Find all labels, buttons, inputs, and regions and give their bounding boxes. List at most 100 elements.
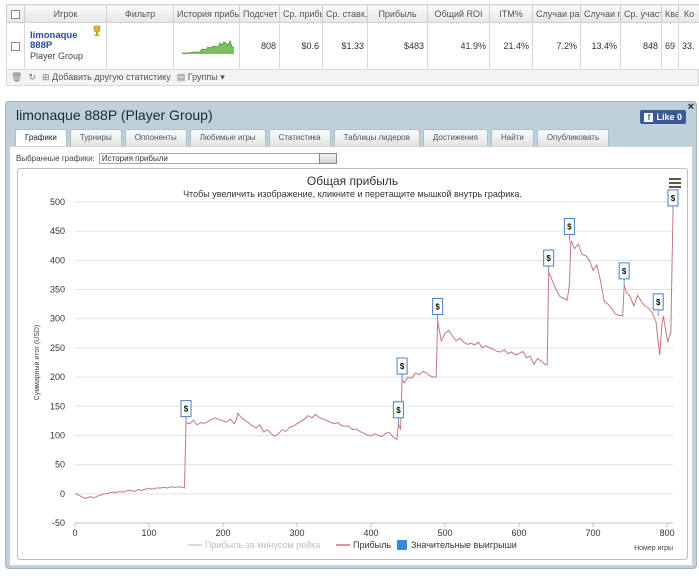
x-tick-label: 400 [364, 528, 379, 538]
big-win-flag-label: $ [656, 298, 661, 307]
player-name-link[interactable]: limonaque 888P [28, 31, 80, 51]
column-header-avg-participants[interactable]: Ср. участ [620, 4, 662, 23]
graph-select[interactable]: История прибыли [98, 153, 337, 164]
column-header-itm[interactable]: ITM% [489, 4, 533, 23]
player-group-label: Player Group [30, 51, 84, 61]
y-axis-title: Суммарный итог (USD) [33, 325, 41, 401]
column-header-profit[interactable]: Прибыль [367, 4, 428, 23]
ko-cell: 33. [678, 22, 699, 70]
avg-stake-cell: $1.33 [322, 22, 368, 70]
stats-toolbar: 🗑 ↻ ⊞ Добавить другую статистику ▤ Групп… [6, 70, 699, 86]
column-header-count[interactable]: Подсчет [239, 4, 280, 23]
table-row: limonaque 888P Player Group 808 $0.6 $1.… [6, 22, 699, 70]
player-cell: limonaque 888P Player Group [24, 22, 107, 70]
total-roi-cell: 41.9% [427, 22, 490, 70]
filter-cell[interactable] [106, 22, 174, 70]
graph-select-button[interactable] [318, 153, 337, 164]
chart-subtitle: Чтобы увеличить изображение, кликните и … [183, 189, 522, 199]
y-tick-label: 150 [50, 401, 65, 411]
trophy-icon [93, 25, 101, 37]
profit-cell: $483 [367, 22, 428, 70]
stats-table: Игрок Фильтр История прибы Подсчет Ср. п… [6, 4, 699, 70]
chevron-down-icon: ▾ [220, 72, 225, 82]
column-header-qual[interactable]: Квалі [661, 4, 679, 23]
x-tick-label: 100 [141, 528, 156, 538]
cases-2-cell: 13.4% [580, 22, 621, 70]
legend-label-profit: Прибыль [353, 540, 391, 550]
facebook-like-button[interactable]: f Like 0 [640, 110, 686, 124]
facebook-icon: f [644, 112, 654, 122]
x-tick-label: 0 [72, 528, 77, 538]
legend-marker-big-wins [397, 540, 407, 550]
tab-4[interactable]: Статистика [268, 129, 331, 146]
profit-history-sparkline [182, 39, 234, 54]
avg-participants-cell: 848 [620, 22, 662, 70]
y-tick-label: 0 [60, 489, 65, 499]
column-header-profit-history[interactable]: История прибы [173, 4, 240, 23]
column-header-filter[interactable]: Фильтр [106, 4, 174, 23]
column-header-avg-profit[interactable]: Ср. прибы [279, 4, 323, 23]
y-tick-label: 450 [50, 226, 65, 236]
big-win-flag-label: $ [400, 362, 405, 371]
x-tick-label: 800 [660, 528, 675, 538]
chart-title: Общая прибыль [306, 174, 399, 188]
column-header-cases-2[interactable]: Случаи п [580, 4, 621, 23]
graph-select-label: Выбранные графики: [16, 154, 95, 163]
itm-cell: 21.4% [489, 22, 533, 70]
y-tick-label: 300 [50, 314, 65, 324]
column-header-avg-stake[interactable]: Ср. ставк. [322, 4, 368, 23]
column-header-player[interactable]: Игрок [24, 4, 107, 23]
big-win-flag-label: $ [184, 405, 189, 414]
count-cell: 808 [239, 22, 280, 70]
tab-3[interactable]: Любимые игры [189, 129, 266, 146]
y-tick-label: 100 [50, 430, 65, 440]
legend-label-rake: Прибыль за минусом рейка [205, 540, 320, 550]
like-label: Like 0 [656, 112, 682, 122]
big-win-flag-label: $ [435, 302, 440, 311]
y-tick-label: 400 [50, 255, 65, 265]
chart-svg: -50 0 50 100 150 200 250 300 350 400 450 500 0 100 200… [33, 189, 679, 552]
big-win-flag-label: $ [396, 406, 401, 415]
panel-title: limonaque 888P (Player Group) [16, 107, 213, 123]
y-tick-label: 250 [50, 343, 65, 353]
x-tick-label: 700 [586, 528, 601, 538]
x-tick-label: 600 [512, 528, 527, 538]
profit-history-sparkline-cell[interactable] [173, 22, 240, 70]
groups-dropdown[interactable]: ▤ Группы ▾ [177, 72, 225, 83]
tab-6[interactable]: Достижения [422, 129, 488, 146]
tab-5[interactable]: Таблицы лидеров [333, 129, 420, 146]
close-icon[interactable]: × [688, 101, 694, 113]
avg-profit-cell: $0.6 [279, 22, 323, 70]
groups-icon: ▤ [176, 72, 186, 82]
qual-cell: 69 [661, 22, 679, 70]
tab-0[interactable]: Графики [15, 129, 67, 146]
tab-7[interactable]: Найти [490, 129, 534, 146]
refresh-icon[interactable]: ↻ [28, 72, 36, 83]
legend-label-big-wins: Значительные выигрыши [411, 540, 517, 550]
big-win-flag-label: $ [567, 223, 572, 232]
trash-icon[interactable]: 🗑 [11, 72, 22, 83]
groups-label: Группы [187, 72, 218, 82]
panel-body: Выбранные графики: История прибыли -50 0 5… [9, 146, 693, 566]
tab-1[interactable]: Турниры [69, 129, 122, 146]
column-header-ko[interactable]: Ко [678, 4, 699, 23]
add-stat-button[interactable]: ⊞ Добавить другую статистику [42, 72, 171, 83]
y-tick-label: -50 [52, 518, 65, 528]
add-stat-icon: ⊞ [41, 72, 50, 82]
x-axis-title: Номер игры [634, 545, 673, 552]
stats-header-row: Игрок Фильтр История прибы Подсчет Ср. п… [6, 4, 699, 23]
x-tick-label: 200 [216, 528, 231, 538]
select-all-checkbox[interactable] [6, 4, 25, 23]
tab-2[interactable]: Оппоненты [124, 129, 187, 146]
graph-select-value: История прибыли [101, 154, 168, 163]
y-tick-label: 200 [50, 372, 65, 382]
row-checkbox[interactable] [6, 22, 25, 70]
chart-menu-icon[interactable] [669, 178, 681, 188]
add-stat-label: Добавить другую статистику [52, 72, 171, 82]
column-header-cases-1[interactable]: Случаи ра [532, 4, 581, 23]
tab-8[interactable]: Опубликовать [536, 129, 610, 146]
x-tick-label: 500 [438, 528, 453, 538]
series-line-profit [74, 211, 674, 500]
column-header-total-roi[interactable]: Общий ROI [427, 4, 490, 23]
profit-chart[interactable]: -50 0 50 100 150 200 250 300 350 400 450 500 0 100 200… [17, 168, 688, 560]
